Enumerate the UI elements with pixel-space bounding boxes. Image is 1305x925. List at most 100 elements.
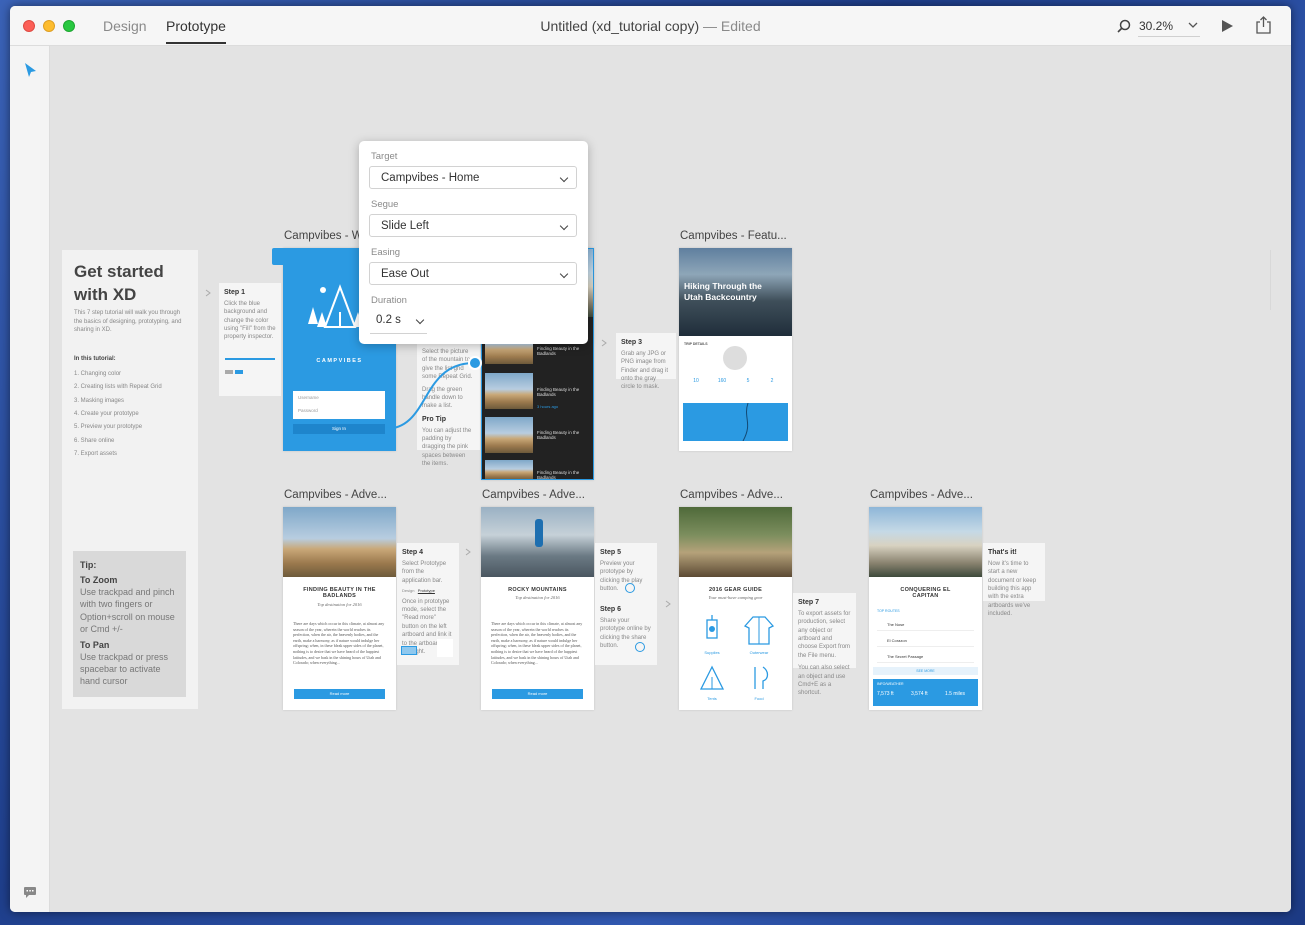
step1-slider [225, 358, 275, 360]
list-item-title: Finding Beauty in the Badlands [537, 387, 580, 397]
routes-label: TOP ROUTES [877, 609, 900, 613]
see-more-button[interactable]: SEE MORE [873, 667, 978, 675]
adv1-headline: FINDING BEAUTY IN THE BADLANDS [303, 587, 376, 599]
document-name: Untitled (xd_tutorial copy) [540, 18, 700, 34]
zoom-search-icon[interactable] [1117, 19, 1131, 33]
tutorial-step-item: 4. Create your prototype [74, 411, 139, 417]
select-tool-icon[interactable] [24, 62, 37, 79]
offscreen-artboard-edge [1270, 250, 1290, 310]
info-label: INFO/WEATHER [877, 682, 904, 686]
step4-diagram [401, 646, 417, 655]
route-item[interactable]: El Corazon [877, 638, 974, 647]
chevron-down-icon [559, 221, 569, 231]
tip-zoom-text: Use trackpad and pinch with two fingers … [80, 587, 175, 634]
hiker-figure [535, 519, 543, 547]
done-title: That's it! [988, 549, 1017, 556]
step6-share-icon [635, 642, 645, 652]
adv1-body: There are days which occur in this clima… [293, 621, 385, 666]
chevron-right-icon [665, 600, 671, 608]
duration-select[interactable]: 0.2 s [370, 314, 427, 334]
document-title: Untitled (xd_tutorial copy) — Edited [10, 18, 1291, 34]
adv4-photo [869, 507, 982, 577]
step5-play-icon [625, 583, 635, 593]
duration-label: Duration [371, 295, 407, 306]
left-toolbar [10, 46, 50, 912]
step4-tab-prototype: Prototype [417, 587, 435, 593]
adv1-read-more-button[interactable]: Read more [294, 689, 385, 699]
list-thumb [485, 373, 533, 409]
step3-text: Grab any JPG or PNG image from Finder an… [621, 350, 669, 391]
step5-6-card: Step 5 Preview your prototype by clickin… [595, 543, 657, 665]
signin-button[interactable]: Sign In [293, 424, 385, 434]
tutorial-title-line2: with XD [74, 284, 137, 304]
username-field[interactable]: Username [298, 395, 319, 400]
step6-title: Step 6 [600, 606, 622, 613]
chevron-down-icon [415, 315, 425, 325]
adv1-subtitle: Top destination for 2016 [317, 602, 362, 607]
step3-title: Step 3 [621, 339, 643, 346]
easing-label: Easing [371, 247, 401, 258]
utensils-icon [754, 666, 769, 689]
password-field[interactable]: Password [298, 408, 318, 413]
lantern-icon [706, 615, 718, 639]
play-icon[interactable] [1221, 19, 1234, 33]
info-panel: INFO/WEATHER 7,573 ft 3,574 ft 1.5 miles [873, 679, 978, 706]
artboard-adv4[interactable]: CONQUERING EL CAPITAN TOP ROUTES The Nos… [869, 507, 982, 710]
segue-select[interactable]: Slide Left [369, 214, 577, 237]
artboard-title-adv1[interactable]: Campvibes - Adve... [284, 489, 387, 501]
artboard-title-adv2[interactable]: Campvibes - Adve... [482, 489, 585, 501]
artboard-feature[interactable]: Hiking Through the Utah Backcountry TRIP… [679, 248, 792, 451]
target-select[interactable]: Campvibes - Home [369, 166, 577, 189]
tutorial-title-line1: Get started [74, 262, 164, 281]
chevron-down-icon[interactable] [1188, 22, 1198, 29]
app-window: Design Prototype Untitled (xd_tutorial c… [10, 6, 1291, 912]
trip-details-label: TRIP DETAILS [684, 342, 708, 346]
comment-icon[interactable] [23, 886, 37, 899]
chevron-down-icon [559, 269, 569, 279]
step4-tab-design: Design [402, 587, 415, 593]
wire-arrow-handle[interactable] [468, 356, 482, 370]
step4-title: Step 4 [402, 549, 424, 556]
list-item-title: Finding Beauty in the Badlands [537, 470, 580, 480]
tutorial-step-item: 6. Share online [74, 438, 115, 444]
step4-text: Select Prototype from the application ba… [402, 560, 447, 584]
adv2-read-more-button[interactable]: Read more [492, 689, 583, 699]
info-stat: 1.5 miles [945, 691, 966, 697]
tutorial-intro: This 7 step tutorial will walk you throu… [74, 310, 182, 334]
chevron-down-icon [559, 173, 569, 183]
artboard-title-adv4[interactable]: Campvibes - Adve... [870, 489, 973, 501]
adv4-headline: CONQUERING EL CAPITAN [900, 587, 951, 599]
artboard-title-adv3[interactable]: Campvibes - Adve... [680, 489, 783, 501]
step1-title: Step 1 [224, 289, 246, 296]
artboard-title-welcome[interactable]: Campvibes - W [284, 230, 363, 242]
gear-label: Food [754, 696, 764, 701]
canvas[interactable] [50, 46, 1291, 912]
target-label: Target [371, 151, 398, 162]
artboard-adv1[interactable]: FINDING BEAUTY IN THE BADLANDS Top desti… [283, 507, 396, 710]
share-icon[interactable] [1256, 16, 1271, 34]
adv2-headline: ROCKY MOUNTAINS [508, 587, 567, 593]
duration-value: 0.2 s [376, 314, 401, 326]
artboard-adv2[interactable]: ROCKY MOUNTAINS Top destination for 2016… [481, 507, 594, 710]
zoom-level[interactable]: 30.2% [1139, 19, 1173, 33]
adv1-photo [283, 507, 396, 577]
list-item-title: Finding Beauty in the Badlands [537, 430, 580, 440]
title-bar: Design Prototype Untitled (xd_tutorial c… [10, 6, 1291, 46]
login-form: Username Password [293, 391, 385, 419]
route-item[interactable]: The Nose [877, 622, 974, 631]
adv2-subtitle: Top destination for 2016 [515, 595, 560, 600]
step7-card: Step 7 To export assets for production, … [793, 593, 856, 696]
route-item[interactable]: The Secret Passage [877, 654, 974, 663]
step7-text: To export assets for production, select … [798, 610, 851, 659]
tip-zoom-title: To Zoom [80, 575, 118, 586]
segue-value: Slide Left [381, 220, 429, 232]
gear-label: Outerwear [749, 650, 769, 655]
done-text: Now it's time to start a new document or… [988, 560, 1037, 618]
easing-select[interactable]: Ease Out [369, 262, 577, 285]
artboard-adv3[interactable]: 2016 GEAR GUIDE Your must-have camping g… [679, 507, 792, 710]
chevron-right-icon [601, 339, 607, 347]
tutorial-list-heading: In this tutorial: [74, 356, 116, 362]
artboard-title-feature[interactable]: Campvibes - Featu... [680, 230, 787, 242]
step1-swatch [235, 370, 243, 374]
done-card: That's it! Now it's time to start a new … [983, 543, 1045, 617]
